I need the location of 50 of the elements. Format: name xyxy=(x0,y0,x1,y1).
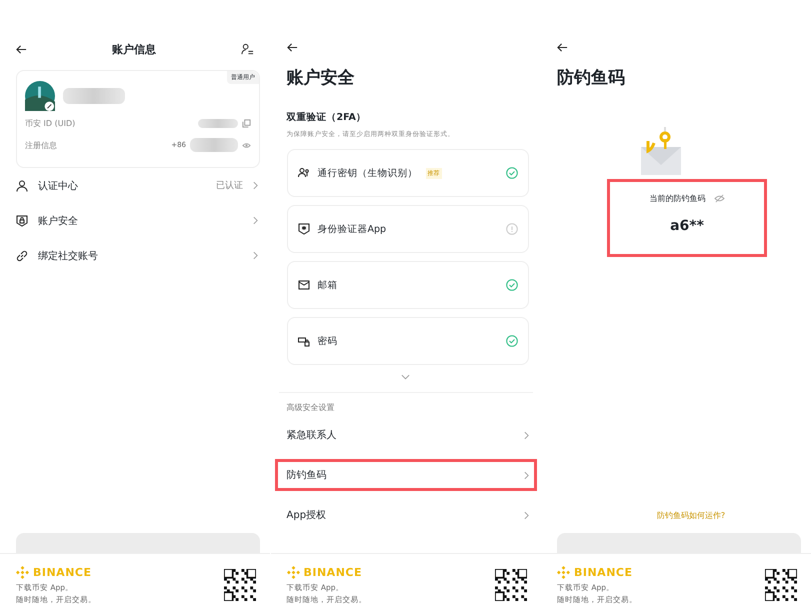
back-icon[interactable] xyxy=(286,42,298,53)
registration-label: 注册信息 xyxy=(25,140,57,150)
brand-name: BINANCE xyxy=(304,566,362,578)
menu-item[interactable]: 紧急联系人 xyxy=(270,415,540,455)
code-label: 当前的防钓鱼码 xyxy=(650,193,706,204)
brand-name: BINANCE xyxy=(574,566,632,578)
link-icon xyxy=(16,250,28,262)
section-title: 高级安全设置 xyxy=(286,402,336,414)
envelope-icon xyxy=(298,279,310,291)
expand-chevron-icon[interactable] xyxy=(401,374,410,380)
back-icon[interactable] xyxy=(557,42,568,53)
qr-code[interactable] xyxy=(494,569,526,601)
qr-code[interactable] xyxy=(224,569,256,601)
security-method-card[interactable]: 密码 xyxy=(286,317,528,365)
menu-item[interactable]: 绑定社交账号 xyxy=(0,238,270,273)
menu-item[interactable]: 账户安全 xyxy=(0,203,270,238)
logo-icon xyxy=(16,566,29,578)
qr-code[interactable] xyxy=(765,569,797,601)
shield-icon xyxy=(298,223,310,235)
section-title: 双重验证（2FA） xyxy=(285,110,367,124)
copy-icon[interactable] xyxy=(242,118,251,128)
security-method-card[interactable]: 身份验证器App xyxy=(286,205,528,253)
uid-label: 币安 ID (UID) xyxy=(25,118,76,128)
page-title: 防钓鱼码 xyxy=(556,67,626,89)
logo-icon xyxy=(286,566,300,578)
chevron-icon xyxy=(524,470,528,480)
user-switch-icon[interactable] xyxy=(241,42,254,56)
chevron-icon xyxy=(253,181,258,190)
chevron-icon xyxy=(524,510,528,520)
blurred-uid xyxy=(198,118,238,128)
chevron-icon xyxy=(524,430,528,440)
avatar[interactable] xyxy=(25,81,55,111)
password-icon xyxy=(298,335,310,347)
chevron-icon xyxy=(253,251,258,260)
menu-item[interactable]: 防钓鱼码 xyxy=(270,455,540,495)
shield-icon xyxy=(16,214,28,226)
blurred-name xyxy=(63,88,125,104)
page-title: 账户信息 xyxy=(112,42,156,56)
person-icon xyxy=(16,180,28,192)
security-method-card[interactable]: 邮箱 xyxy=(286,261,528,309)
blurred-phone xyxy=(190,138,238,152)
chevron-icon xyxy=(253,216,258,225)
page-title: 账户安全 xyxy=(286,67,356,89)
menu-item[interactable]: 认证中心 已认证 xyxy=(0,168,270,203)
brand-name: BINANCE xyxy=(33,566,92,578)
anti-phishing-code: a6** xyxy=(670,218,704,234)
back-icon[interactable] xyxy=(16,44,27,54)
menu-item[interactable]: App授权 xyxy=(270,495,540,535)
people-icon xyxy=(298,167,310,179)
logo-icon xyxy=(557,566,570,578)
